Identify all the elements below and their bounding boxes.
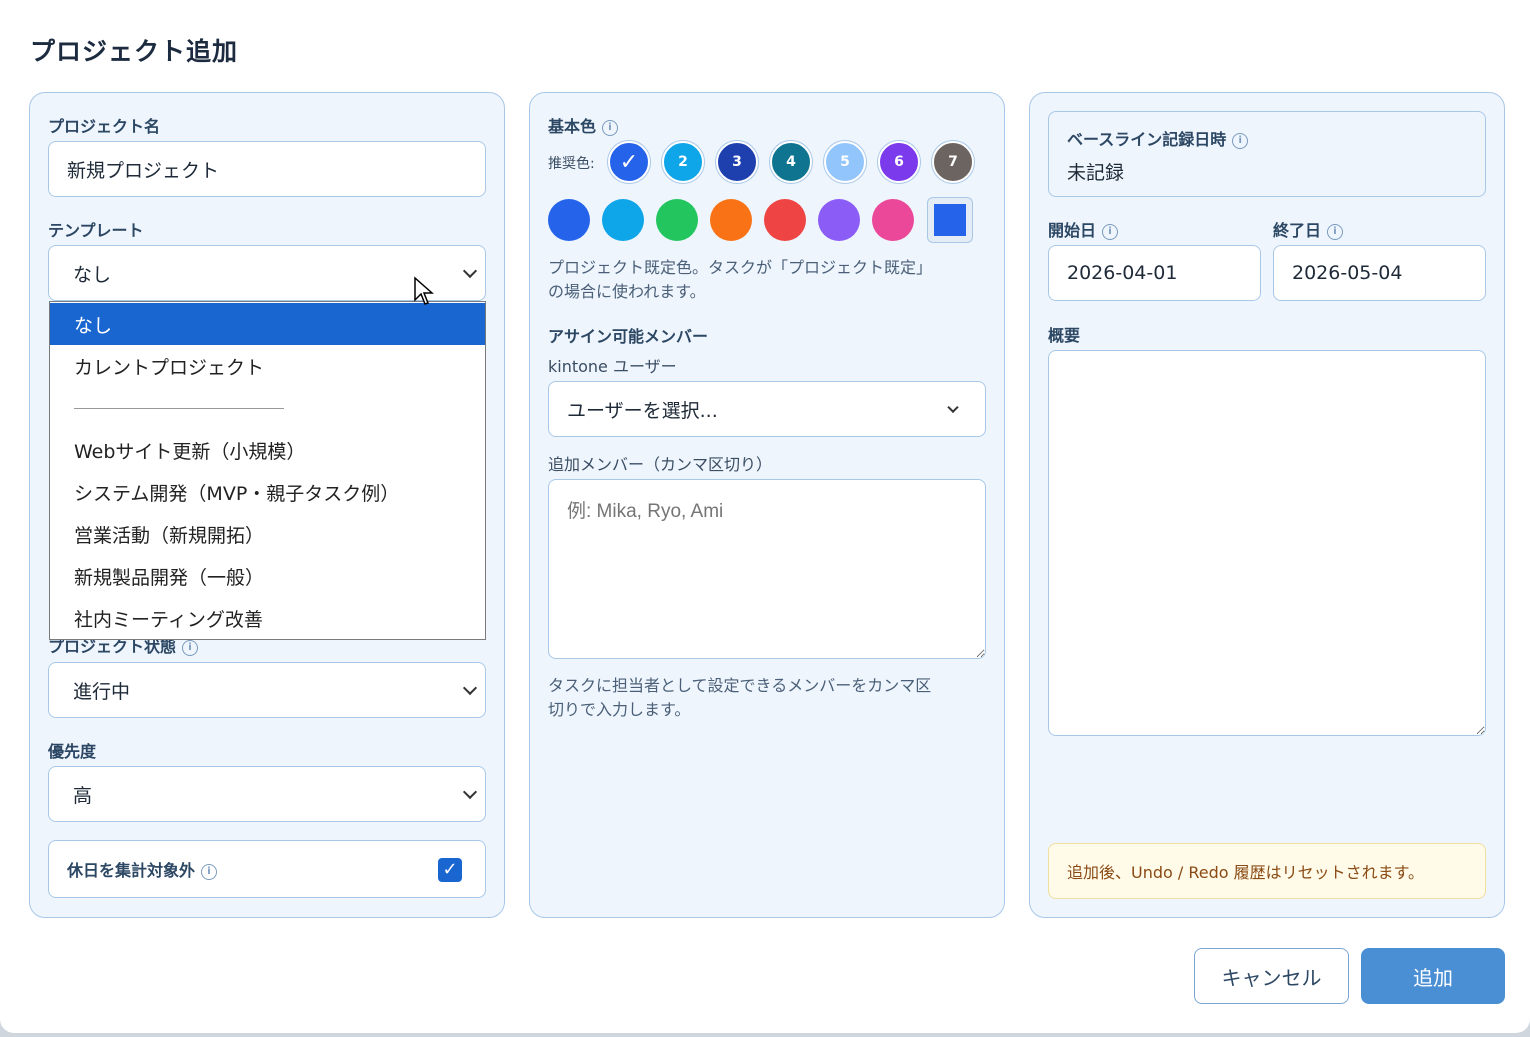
summary-textarea[interactable] bbox=[1048, 350, 1486, 736]
template-option[interactable]: カレントプロジェクト bbox=[50, 345, 485, 387]
middle-panel: 基本色 i 推奨色: ✓ 2 3 4 5 6 7 プロジェクト既定色。タスクが「プロジェクト既… bbox=[529, 92, 1005, 918]
chevron-down-icon bbox=[462, 263, 478, 279]
template-option[interactable]: システム開発（MVP・親子タスク例） bbox=[50, 471, 485, 513]
right-panel: ベースライン記録日時 i 未記録 開始日 i 2026-04-01 終了日 i 202… bbox=[1029, 92, 1505, 918]
holiday-exclude-checkbox[interactable]: ✓ bbox=[438, 858, 462, 882]
info-icon: i bbox=[1102, 223, 1119, 240]
chevron-down-icon bbox=[462, 784, 478, 800]
chevron-down-icon bbox=[947, 401, 959, 414]
holiday-exclude-label: 休日を集計対象外 i bbox=[67, 857, 218, 881]
user-select[interactable]: ユーザーを選択... bbox=[548, 381, 986, 437]
baseline-box: ベースライン記録日時 i 未記録 bbox=[1048, 111, 1486, 197]
palette-color-swatch[interactable] bbox=[710, 199, 752, 241]
template-option[interactable]: 営業活動（新規開拓） bbox=[50, 513, 485, 555]
template-option[interactable]: 新規製品開発（一般） bbox=[50, 555, 485, 597]
color-hint: プロジェクト既定色。タスクが「プロジェクト既定」 の場合に使われます。 bbox=[548, 258, 933, 301]
template-option[interactable]: なし bbox=[50, 303, 485, 345]
palette-color-swatch[interactable] bbox=[818, 199, 860, 241]
palette-color-swatch[interactable] bbox=[872, 199, 914, 241]
recommended-color-swatch[interactable]: 2 bbox=[662, 141, 704, 183]
end-date-label: 終了日 i bbox=[1273, 217, 1344, 241]
status-select-value: 進行中 bbox=[73, 680, 131, 703]
custom-color-fill bbox=[934, 204, 966, 236]
option-separator bbox=[74, 408, 284, 409]
info-icon: i bbox=[182, 639, 199, 656]
start-date-input[interactable]: 2026-04-01 bbox=[1048, 245, 1261, 301]
cancel-button[interactable]: キャンセル bbox=[1194, 948, 1349, 1004]
extra-members-label: 追加メンバー（カンマ区切り） bbox=[548, 455, 773, 474]
info-icon: i bbox=[1327, 223, 1344, 240]
template-label: テンプレート bbox=[48, 221, 144, 240]
priority-select[interactable]: 高 bbox=[48, 766, 486, 822]
recommended-color-swatch[interactable]: 5 bbox=[824, 141, 866, 183]
palette-color-swatch[interactable] bbox=[656, 199, 698, 241]
palette-color-swatch[interactable] bbox=[602, 199, 644, 241]
template-option[interactable]: Webサイト更新（小規模） bbox=[50, 429, 485, 471]
holiday-exclude-row[interactable]: 休日を集計対象外 i ✓ bbox=[48, 840, 486, 898]
status-select[interactable]: 進行中 bbox=[48, 662, 486, 718]
project-name-input[interactable]: 新規プロジェクト bbox=[48, 141, 486, 197]
template-option[interactable]: 社内ミーティング改善 bbox=[50, 597, 485, 639]
recommended-color-swatch[interactable]: 6 bbox=[878, 141, 920, 183]
base-color-label: 基本色 i bbox=[548, 113, 619, 137]
custom-color-picker[interactable] bbox=[927, 197, 973, 243]
priority-select-value: 高 bbox=[73, 784, 93, 807]
extra-members-textarea[interactable] bbox=[548, 479, 986, 659]
kintone-user-label: kintone ユーザー bbox=[548, 357, 677, 376]
info-icon: i bbox=[1232, 132, 1249, 149]
priority-label: 優先度 bbox=[48, 742, 97, 761]
members-hint: タスクに担当者として設定できるメンバーをカンマ区 切りで入力します。 bbox=[548, 676, 932, 719]
recommended-color-swatch[interactable]: 3 bbox=[716, 141, 758, 183]
palette-color-swatch[interactable] bbox=[764, 199, 806, 241]
add-button[interactable]: 追加 bbox=[1361, 948, 1505, 1004]
mouse-pointer-icon bbox=[414, 276, 434, 305]
baseline-label: ベースライン記録日時 i bbox=[1067, 126, 1249, 150]
start-date-label: 開始日 i bbox=[1048, 217, 1119, 241]
recommended-color-swatch[interactable]: ✓ bbox=[608, 141, 650, 183]
project-name-label: プロジェクト名 bbox=[48, 117, 161, 136]
baseline-value: 未記録 bbox=[1067, 162, 1125, 184]
template-select-value: なし bbox=[73, 263, 112, 286]
reset-notice: 追加後、Undo / Redo 履歴はリセットされます。 bbox=[1048, 843, 1486, 899]
assignable-members-label: アサイン可能メンバー bbox=[548, 327, 709, 346]
palette-color-swatch[interactable] bbox=[548, 199, 590, 241]
recommended-color-swatch[interactable]: 7 bbox=[932, 141, 974, 183]
summary-label: 概要 bbox=[1048, 326, 1081, 345]
info-icon: i bbox=[602, 119, 619, 136]
add-project-dialog: プロジェクト追加 プロジェクト名 新規プロジェクト テンプレート なし プロジェ… bbox=[0, 0, 1530, 1033]
template-dropdown-list: なし カレントプロジェクト Webサイト更新（小規模） システム開発（MVP・親… bbox=[49, 301, 486, 640]
chevron-down-icon bbox=[462, 680, 478, 696]
user-select-value: ユーザーを選択... bbox=[567, 399, 718, 422]
info-icon: i bbox=[201, 863, 218, 880]
dialog-title: プロジェクト追加 bbox=[30, 37, 239, 66]
end-date-input[interactable]: 2026-05-04 bbox=[1273, 245, 1486, 301]
recommended-colors-label: 推奨色: bbox=[548, 156, 595, 172]
recommended-color-swatch[interactable]: 4 bbox=[770, 141, 812, 183]
